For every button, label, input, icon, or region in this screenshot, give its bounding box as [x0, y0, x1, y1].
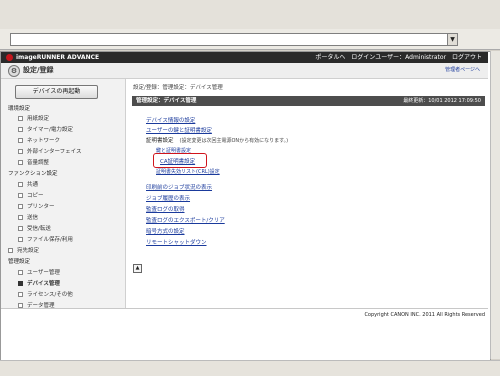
link-user-key-cert[interactable]: ユーザーの鍵と証明書設定: [146, 126, 212, 134]
address-dropdown-icon[interactable]: ▼: [447, 33, 458, 46]
link-job-history[interactable]: ジョブ履歴の表示: [146, 194, 190, 202]
sidebar-item-common[interactable]: 共通: [18, 180, 38, 188]
sidebar-item-user-management[interactable]: ユーザー管理: [18, 268, 60, 276]
browser-status-bar: [0, 360, 500, 376]
sidebar-item-destination[interactable]: 宛先設定: [8, 246, 39, 254]
restart-device-button[interactable]: デバイスの再起動: [15, 85, 98, 99]
address-bar[interactable]: [10, 33, 458, 46]
sidebar-item-interface[interactable]: 外部インターフェイス: [18, 147, 82, 155]
sidebar-item-device-management[interactable]: デバイス管理: [18, 279, 60, 287]
app-name: imageRUNNER ADVANCE: [16, 54, 100, 61]
canon-logo-icon: [6, 54, 13, 61]
login-user-label: ログインユーザー：Administrator: [351, 54, 447, 61]
link-audit-log[interactable]: 監査ログの取得: [146, 205, 185, 213]
sidebar-item-volume[interactable]: 音量調整: [18, 158, 49, 166]
header-links: ポータルへ ログインユーザー：Administrator ログアウト: [311, 52, 482, 63]
sidebar-item-paper[interactable]: 用紙設定: [18, 114, 49, 122]
sidebar-item-printer[interactable]: プリンター: [18, 202, 55, 210]
vertical-scrollbar[interactable]: [490, 51, 500, 359]
settings-icon: ⚙: [8, 65, 20, 77]
page-top-icon[interactable]: ▲: [133, 264, 142, 273]
sidebar-item-timer[interactable]: タイマー/電力設定: [18, 125, 73, 133]
cert-note: (設定変更は次回主電源ONから有効になります。): [179, 138, 289, 144]
breadcrumb: 設定/登録：管理設定：デバイス管理: [133, 85, 223, 91]
link-encryption[interactable]: 暗号方式の設定: [146, 227, 185, 235]
section-header-bar: 管理設定：デバイス管理 最終更新：10/01 2012 17:09:50: [132, 96, 485, 106]
last-updated: 最終更新：10/01 2012 17:09:50: [403, 98, 481, 104]
admin-page-link[interactable]: 管理者ページへ: [445, 66, 480, 73]
cert-settings-label: 証明書設定 (設定変更は次回主電源ONから有効になります。): [146, 138, 289, 144]
app-header: imageRUNNER ADVANCE ポータルへ ログインユーザー：Admin…: [1, 52, 488, 63]
title-row: ⚙ 設定/登録 管理者ページへ: [1, 63, 488, 79]
link-job-status[interactable]: 印刷前のジョブ状況の表示: [146, 183, 212, 191]
section-title: 管理設定：デバイス管理: [136, 98, 197, 104]
sidebar-item-license[interactable]: ライセンス/その他: [18, 290, 73, 298]
copyright: Copyright CANON INC. 2011 All Rights Res…: [364, 312, 485, 318]
sidebar-section-function: ファンクション設定: [8, 171, 58, 177]
link-device-info[interactable]: デバイス情報の設定: [146, 116, 195, 124]
sidebar-section-management: 管理設定: [8, 259, 31, 265]
sidebar-item-file-store[interactable]: ファイル保存/利用: [18, 235, 73, 243]
link-audit-export[interactable]: 監査ログのエクスポート/クリア: [146, 216, 225, 224]
sidebar-item-network[interactable]: ネットワーク: [18, 136, 60, 144]
sidebar-section-environment: 環境設定: [8, 106, 31, 112]
browser-toolbar: [0, 0, 500, 30]
footer-divider: [1, 308, 488, 309]
logout-link[interactable]: ログアウト: [452, 54, 482, 61]
sidebar-item-copy[interactable]: コピー: [18, 191, 44, 199]
link-crl[interactable]: 証明書失効リスト(CRL)設定: [156, 168, 220, 175]
link-ca-cert[interactable]: CA証明書設定: [160, 157, 195, 165]
link-remote-shutdown[interactable]: リモートシャットダウン: [146, 238, 207, 246]
sidebar-item-send[interactable]: 送信: [18, 213, 38, 221]
page-title: 設定/登録: [23, 66, 54, 74]
portal-link[interactable]: ポータルへ: [315, 54, 345, 61]
sidebar-item-receive[interactable]: 受信/転送: [18, 224, 51, 232]
